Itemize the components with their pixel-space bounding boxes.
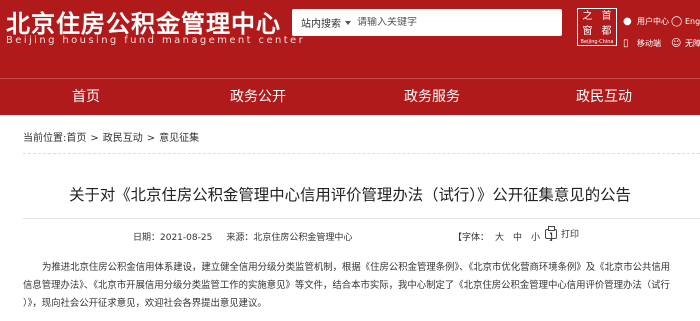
english-link[interactable]: English	[685, 17, 700, 26]
seal-char: 窗	[582, 26, 593, 37]
capital-window-logo[interactable]: 之 首 窗 都 Beijing·China	[577, 8, 617, 46]
mobile-link[interactable]: 移动端	[637, 38, 671, 49]
nav-item-gov-services[interactable]: 政务服务	[404, 79, 460, 115]
seal-char: 之	[582, 11, 593, 22]
search-box: 站内搜索	[292, 9, 562, 36]
font-size-large[interactable]: 大	[495, 233, 504, 243]
user-center-link[interactable]: 用户中心	[637, 16, 671, 27]
top-links: ● 用户中心 ◯ English ▯ 移动端 ☺ 无障碍	[623, 10, 700, 54]
globe-icon[interactable]: ◯	[671, 16, 685, 27]
site-logo-subtitle: Beijing housing fund management center	[6, 35, 306, 46]
article-date: 日期：2021-08-25	[133, 233, 213, 243]
article-paragraph: 为推进北京住房公积金信用体系建设，建立健全信用分级分类监管机制，根据《住房公积金…	[42, 262, 671, 273]
nav-item-home[interactable]: 首页	[72, 79, 100, 115]
page-title: 关于对《北京住房公积金管理中心信用评价管理办法（试行）》公开征集意见的公告	[69, 186, 631, 204]
article-paragraph: 信息管理办法》、《北京市开展信用分级分类监管工作的实施意见》等文件，结合本市实际…	[23, 280, 670, 291]
nav-item-interaction[interactable]: 政民互动	[576, 79, 632, 115]
article-meta: 日期：2021-08-25 来源：北京住房公积金管理中心	[133, 230, 352, 243]
print-label: 打印	[561, 230, 580, 240]
breadcrumb-home[interactable]: 首页	[66, 133, 86, 144]
search-scope-select[interactable]: 站内搜索	[292, 15, 341, 30]
main-nav: 首页 政务公开 政务服务 政民互动	[0, 78, 700, 115]
seal-char: 首	[601, 11, 612, 22]
font-size-label: 【字体：	[453, 233, 490, 243]
article-source: 来源：北京住房公积金管理中心	[226, 233, 353, 243]
nav-item-gov-affairs[interactable]: 政务公开	[230, 79, 286, 115]
printer-icon	[545, 225, 557, 239]
site-logo-title[interactable]: 北京住房公积金管理中心	[6, 4, 281, 39]
seal-caption: Beijing·China	[580, 39, 614, 45]
breadcrumb-interaction[interactable]: 政民互动	[103, 133, 143, 144]
font-size-small[interactable]: 小	[531, 233, 540, 243]
breadcrumb-sep: >	[146, 133, 156, 144]
divider	[23, 153, 700, 154]
accessibility-icon[interactable]: ☺	[671, 38, 685, 49]
seal-char: 都	[601, 26, 612, 37]
breadcrumb: 当前位置:首页 > 政民互动 > 意见征集	[23, 129, 199, 144]
accessibility-link[interactable]: 无障碍	[685, 38, 700, 49]
main-content: 当前位置:首页 > 政民互动 > 意见征集 关于对《北京住房公积金管理中心信用评价管理办…	[0, 115, 700, 321]
site-header: 北京住房公积金管理中心 Beijing housing fund managem…	[0, 0, 700, 78]
chevron-down-icon[interactable]	[345, 20, 351, 25]
breadcrumb-sep: >	[90, 133, 99, 144]
print-button[interactable]: 打印	[545, 225, 580, 240]
breadcrumb-prefix: 当前位置:	[23, 133, 67, 144]
user-icon[interactable]: ●	[623, 16, 637, 27]
search-input[interactable]	[357, 17, 527, 28]
divider	[23, 218, 700, 219]
font-size-medium[interactable]: 中	[513, 233, 522, 243]
article-paragraph: ）》，现向社会公开征求意见，欢迎社会各界提出意见建议。	[23, 298, 267, 309]
breadcrumb-current[interactable]: 意见征集	[159, 133, 199, 144]
article-body: 为推进北京住房公积金信用体系建设，建立健全信用分级分类监管机制，根据《住房公积金…	[23, 259, 693, 313]
mobile-icon[interactable]: ▯	[623, 38, 637, 49]
